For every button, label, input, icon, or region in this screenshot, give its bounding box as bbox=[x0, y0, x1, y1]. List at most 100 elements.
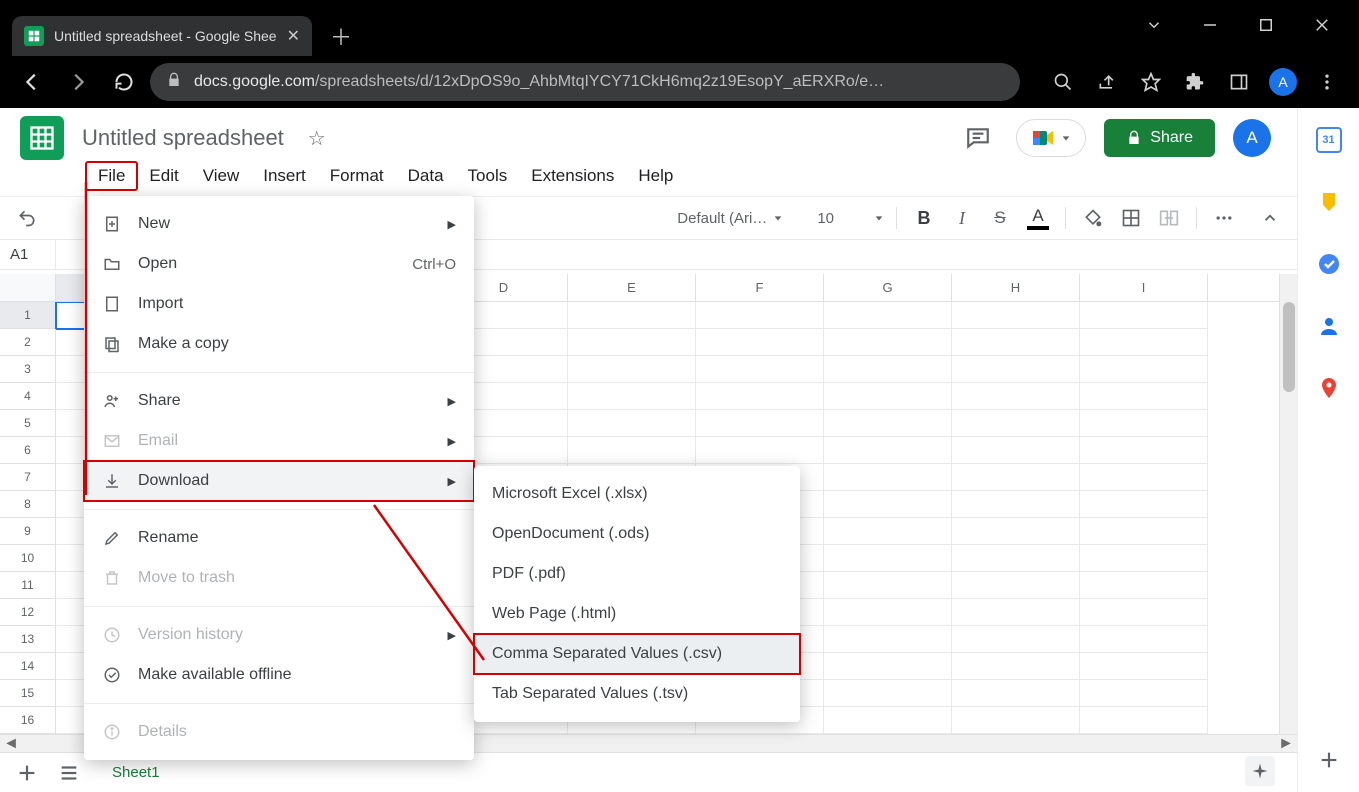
column-header[interactable]: G bbox=[824, 274, 952, 301]
row-header[interactable]: 1 bbox=[0, 302, 56, 329]
row-header[interactable]: 8 bbox=[0, 491, 56, 518]
cell[interactable] bbox=[824, 302, 952, 329]
cell[interactable] bbox=[1080, 572, 1208, 599]
name-box[interactable]: A1 bbox=[0, 240, 56, 269]
row-header[interactable]: 12 bbox=[0, 599, 56, 626]
row-header[interactable]: 10 bbox=[0, 545, 56, 572]
cell[interactable] bbox=[1080, 626, 1208, 653]
cell[interactable] bbox=[696, 383, 824, 410]
cell[interactable] bbox=[1080, 545, 1208, 572]
nav-back-button[interactable] bbox=[12, 62, 52, 102]
menu-extensions[interactable]: Extensions bbox=[519, 162, 626, 190]
bookmark-star-icon[interactable] bbox=[1131, 62, 1171, 102]
cell[interactable] bbox=[568, 437, 696, 464]
maps-icon[interactable] bbox=[1315, 374, 1343, 402]
cell[interactable] bbox=[824, 356, 952, 383]
menu-edit[interactable]: Edit bbox=[137, 162, 190, 190]
row-header[interactable]: 3 bbox=[0, 356, 56, 383]
browser-menu-icon[interactable] bbox=[1307, 62, 1347, 102]
cell[interactable] bbox=[1080, 653, 1208, 680]
cell[interactable] bbox=[568, 329, 696, 356]
cell[interactable] bbox=[1080, 518, 1208, 545]
all-sheets-button[interactable] bbox=[52, 756, 86, 790]
share-url-icon[interactable] bbox=[1087, 62, 1127, 102]
chevron-down-icon[interactable] bbox=[1145, 16, 1163, 39]
contacts-icon[interactable] bbox=[1315, 312, 1343, 340]
cell[interactable] bbox=[1080, 302, 1208, 329]
cell[interactable] bbox=[1080, 383, 1208, 410]
extensions-icon[interactable] bbox=[1175, 62, 1215, 102]
explore-button[interactable] bbox=[1245, 756, 1275, 786]
menu-file[interactable]: File bbox=[86, 162, 137, 190]
menu-item-open[interactable]: Open Ctrl+O bbox=[84, 244, 474, 284]
cell[interactable] bbox=[824, 626, 952, 653]
column-header[interactable]: F bbox=[696, 274, 824, 301]
cell[interactable] bbox=[952, 491, 1080, 518]
vertical-scrollbar-thumb[interactable] bbox=[1283, 302, 1295, 392]
menu-item-new[interactable]: New ▶ bbox=[84, 204, 474, 244]
row-header[interactable]: 2 bbox=[0, 329, 56, 356]
cell[interactable] bbox=[824, 545, 952, 572]
row-header[interactable]: 11 bbox=[0, 572, 56, 599]
cell[interactable] bbox=[952, 356, 1080, 383]
cell[interactable] bbox=[824, 329, 952, 356]
menu-item-email[interactable]: Email ▶ bbox=[84, 421, 474, 461]
scroll-left-icon[interactable]: ◄ bbox=[0, 735, 22, 753]
cell[interactable] bbox=[568, 410, 696, 437]
cell[interactable] bbox=[1080, 437, 1208, 464]
cell[interactable] bbox=[952, 410, 1080, 437]
document-title[interactable]: Untitled spreadsheet bbox=[82, 125, 284, 151]
cell[interactable] bbox=[568, 302, 696, 329]
submenu-item-csv[interactable]: Comma Separated Values (.csv) bbox=[474, 634, 800, 674]
new-tab-button[interactable]: ＋ bbox=[312, 16, 370, 56]
cell[interactable] bbox=[696, 437, 824, 464]
cell[interactable] bbox=[1080, 707, 1208, 734]
cell[interactable] bbox=[1080, 464, 1208, 491]
strikethrough-button[interactable]: S bbox=[985, 203, 1015, 233]
maximize-icon[interactable] bbox=[1257, 16, 1275, 39]
cell[interactable] bbox=[952, 707, 1080, 734]
font-family-select[interactable]: Default (Ari… bbox=[677, 210, 783, 227]
cell[interactable] bbox=[952, 680, 1080, 707]
fill-color-button[interactable] bbox=[1078, 203, 1108, 233]
cell[interactable] bbox=[824, 518, 952, 545]
cell[interactable] bbox=[952, 545, 1080, 572]
column-header[interactable]: E bbox=[568, 274, 696, 301]
text-color-button[interactable]: A bbox=[1023, 203, 1053, 233]
keep-icon[interactable] bbox=[1315, 188, 1343, 216]
cell[interactable] bbox=[824, 437, 952, 464]
cell[interactable] bbox=[824, 383, 952, 410]
undo-button[interactable] bbox=[12, 203, 42, 233]
cell[interactable] bbox=[824, 680, 952, 707]
nav-forward-button[interactable] bbox=[58, 62, 98, 102]
font-size-select[interactable]: 10 bbox=[817, 210, 884, 227]
cell[interactable] bbox=[1080, 491, 1208, 518]
menu-tools[interactable]: Tools bbox=[456, 162, 520, 190]
sheets-logo-icon[interactable] bbox=[20, 116, 64, 160]
menu-item-available-offline[interactable]: Make available offline bbox=[84, 655, 474, 695]
row-header[interactable]: 15 bbox=[0, 680, 56, 707]
profile-button[interactable]: A bbox=[1263, 62, 1303, 102]
menu-item-version-history[interactable]: Version history ▶ bbox=[84, 615, 474, 655]
cell[interactable] bbox=[1080, 680, 1208, 707]
row-header[interactable]: 14 bbox=[0, 653, 56, 680]
comments-icon[interactable] bbox=[958, 118, 998, 158]
account-avatar[interactable]: A bbox=[1233, 119, 1271, 157]
add-sheet-button[interactable] bbox=[10, 756, 44, 790]
submenu-item-ods[interactable]: OpenDocument (.ods) bbox=[474, 514, 800, 554]
close-window-icon[interactable] bbox=[1313, 16, 1331, 39]
submenu-item-xlsx[interactable]: Microsoft Excel (.xlsx) bbox=[474, 474, 800, 514]
cell[interactable] bbox=[952, 518, 1080, 545]
row-header[interactable]: 7 bbox=[0, 464, 56, 491]
cell[interactable] bbox=[696, 356, 824, 383]
cell[interactable] bbox=[952, 626, 1080, 653]
merge-cells-button[interactable] bbox=[1154, 203, 1184, 233]
cell[interactable] bbox=[1080, 329, 1208, 356]
cell[interactable] bbox=[952, 653, 1080, 680]
cell[interactable] bbox=[824, 410, 952, 437]
tasks-icon[interactable] bbox=[1315, 250, 1343, 278]
row-header[interactable]: 9 bbox=[0, 518, 56, 545]
cell[interactable] bbox=[1080, 599, 1208, 626]
column-header[interactable]: H bbox=[952, 274, 1080, 301]
cell[interactable] bbox=[696, 302, 824, 329]
